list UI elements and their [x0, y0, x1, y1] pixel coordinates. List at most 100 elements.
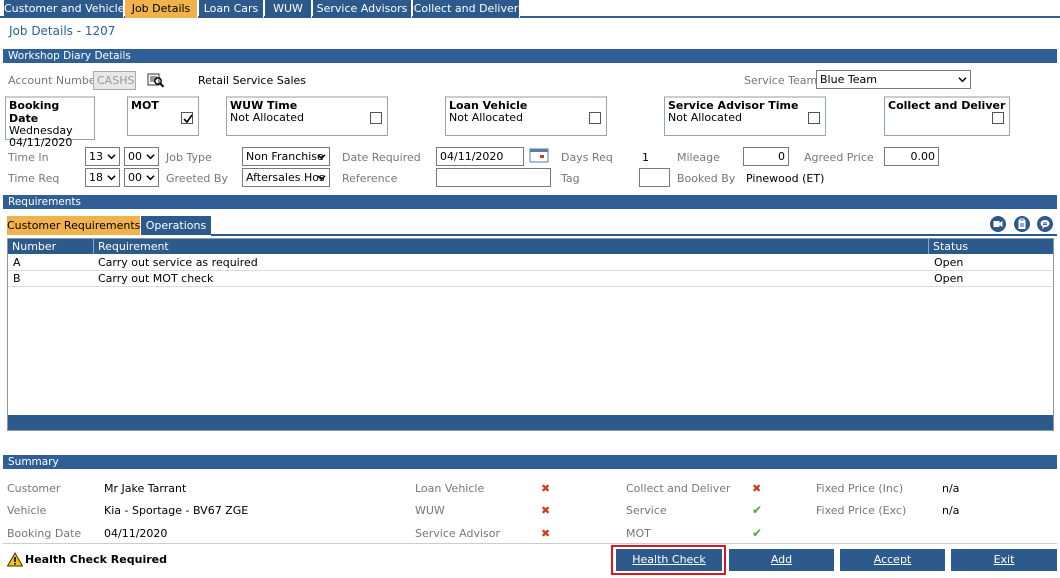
tab-customer-and-vehicle[interactable]: Customer and Vehicle	[4, 0, 124, 18]
chat-icon[interactable]	[1037, 216, 1053, 232]
check-icon	[183, 114, 193, 124]
tab-service-advisors[interactable]: Service Advisors	[313, 0, 412, 18]
summary-service-advisor-label: Service Advisor	[415, 527, 501, 540]
tab-wuw[interactable]: WUW	[265, 0, 312, 18]
mot-checkbox[interactable]	[181, 112, 193, 124]
table-row[interactable]: A Carry out service as required Open	[8, 255, 1053, 271]
mileage-label: Mileage	[677, 151, 720, 164]
section-header-requirements: Requirements	[3, 195, 1057, 209]
summary-booking-date-label: Booking Date	[7, 527, 82, 540]
tab-customer-requirements[interactable]: Customer Requirements	[7, 216, 140, 235]
summary-fixed-inc-value: n/a	[942, 482, 960, 495]
days-req-value: 1	[642, 151, 649, 164]
row-status: Open	[934, 272, 964, 285]
loan-vehicle-status: Not Allocated	[449, 111, 523, 124]
table-row[interactable]: B Carry out MOT check Open	[8, 271, 1053, 287]
wuw-cross-icon: ✖	[541, 504, 551, 517]
wuw-checkbox[interactable]	[370, 112, 382, 124]
job-type-select[interactable]: Non Franchise	[242, 147, 330, 166]
time-req-label: Time Req	[8, 172, 60, 185]
booking-date-title: Booking Date	[9, 99, 60, 125]
health-check-button[interactable]: Health Check	[616, 549, 722, 571]
account-name: Retail Service Sales	[198, 74, 307, 87]
footer-divider	[3, 543, 1057, 544]
wuw-time-status: Not Allocated	[230, 111, 304, 124]
reference-label: Reference	[342, 172, 398, 185]
service-advisor-time-box: Service Advisor Time Not Allocated	[664, 96, 826, 136]
job-details-window: Customer and Vehicle Job Details Loan Ca…	[0, 0, 1060, 578]
column-status[interactable]: Status	[929, 239, 1053, 254]
loan-vehicle-checkbox[interactable]	[589, 112, 601, 124]
summary-fixed-exc-label: Fixed Price (Exc)	[816, 504, 907, 517]
booking-date-value: 04/11/2020	[9, 136, 73, 149]
chevron-down-icon	[107, 154, 116, 160]
time-req-hour-select[interactable]: 18	[85, 168, 120, 187]
summary-vehicle-label: Vehicle	[7, 504, 47, 517]
chevron-down-icon	[317, 175, 326, 181]
row-number: B	[13, 272, 21, 285]
booked-by-label: Booked By	[677, 172, 736, 185]
service-teams-label: Service Teams	[744, 74, 823, 87]
chevron-down-icon	[107, 175, 116, 181]
service-advisor-checkbox[interactable]	[808, 112, 820, 124]
calendar-icon[interactable]	[528, 147, 550, 164]
row-number: A	[13, 256, 21, 269]
days-req-label: Days Req	[561, 151, 613, 164]
loan-vehicle-cross-icon: ✖	[541, 482, 551, 495]
summary-customer-label: Customer	[7, 482, 61, 495]
tab-collect-and-deliver[interactable]: Collect and Deliver	[413, 0, 520, 18]
tab-job-details[interactable]: Job Details	[125, 0, 198, 18]
row-requirement: Carry out service as required	[98, 256, 258, 269]
collect-cross-icon: ✖	[752, 482, 762, 495]
greeted-by-label: Greeted By	[166, 172, 228, 185]
service-advisor-cross-icon: ✖	[541, 527, 551, 540]
clipboard-icon[interactable]	[1014, 216, 1030, 232]
exit-button[interactable]: Exit	[951, 549, 1057, 571]
greeted-by-value: Aftersales Hos	[246, 171, 325, 184]
add-button[interactable]: Add	[729, 549, 834, 571]
video-icon[interactable]	[990, 216, 1006, 232]
column-number[interactable]: Number	[8, 239, 94, 254]
time-req-minute-select[interactable]: 00	[124, 168, 159, 187]
subtab-underline	[211, 234, 1057, 236]
summary-loan-vehicle-label: Loan Vehicle	[415, 482, 485, 495]
account-number-label: Account Number	[8, 74, 101, 87]
job-type-value: Non Franchise	[246, 150, 324, 163]
account-number-field: CASHS	[93, 71, 136, 90]
time-in-minute-select[interactable]: 00	[124, 147, 159, 166]
collect-deliver-checkbox[interactable]	[992, 112, 1004, 124]
mot-tick-icon: ✔	[752, 526, 763, 540]
account-lookup-icon[interactable]	[146, 71, 166, 89]
time-in-hour-select[interactable]: 13	[85, 147, 120, 166]
summary-mot-label: MOT	[626, 527, 651, 540]
health-check-warning: Health Check Required	[25, 553, 167, 566]
section-header-summary: Summary	[3, 455, 1057, 469]
accept-button[interactable]: Accept	[840, 549, 945, 571]
summary-service-label: Service	[626, 504, 667, 517]
column-requirement[interactable]: Requirement	[94, 239, 929, 254]
chevron-down-icon	[146, 154, 155, 160]
row-status: Open	[934, 256, 964, 269]
booked-by-value: Pinewood (ET)	[746, 172, 825, 185]
page-title: Job Details - 1207	[9, 24, 116, 38]
tag-field[interactable]	[639, 168, 670, 187]
tab-operations[interactable]: Operations	[141, 216, 211, 235]
chevron-down-icon	[958, 77, 967, 83]
reference-field[interactable]	[436, 168, 551, 187]
time-req-minute-value: 00	[128, 171, 142, 184]
requirements-table: Number Requirement Status A Carry out se…	[7, 238, 1054, 431]
date-required-field[interactable]: 04/11/2020	[436, 147, 524, 166]
time-in-hour-value: 13	[89, 150, 103, 163]
row-requirement: Carry out MOT check	[98, 272, 214, 285]
mileage-field[interactable]: 0	[743, 147, 789, 166]
date-required-label: Date Required	[342, 151, 421, 164]
greeted-by-select[interactable]: Aftersales Hos	[242, 168, 330, 187]
tab-loan-cars[interactable]: Loan Cars	[199, 0, 264, 18]
collect-deliver-title: Collect and Deliver	[888, 99, 1006, 112]
wuw-time-box: WUW Time Not Allocated	[226, 96, 388, 136]
time-in-minute-value: 00	[128, 150, 142, 163]
agreed-price-field[interactable]: 0.00	[884, 147, 939, 166]
service-teams-select[interactable]: Blue Team	[816, 70, 971, 89]
top-tab-bar: Customer and Vehicle Job Details Loan Ca…	[0, 0, 1060, 18]
summary-wuw-label: WUW	[415, 504, 445, 517]
